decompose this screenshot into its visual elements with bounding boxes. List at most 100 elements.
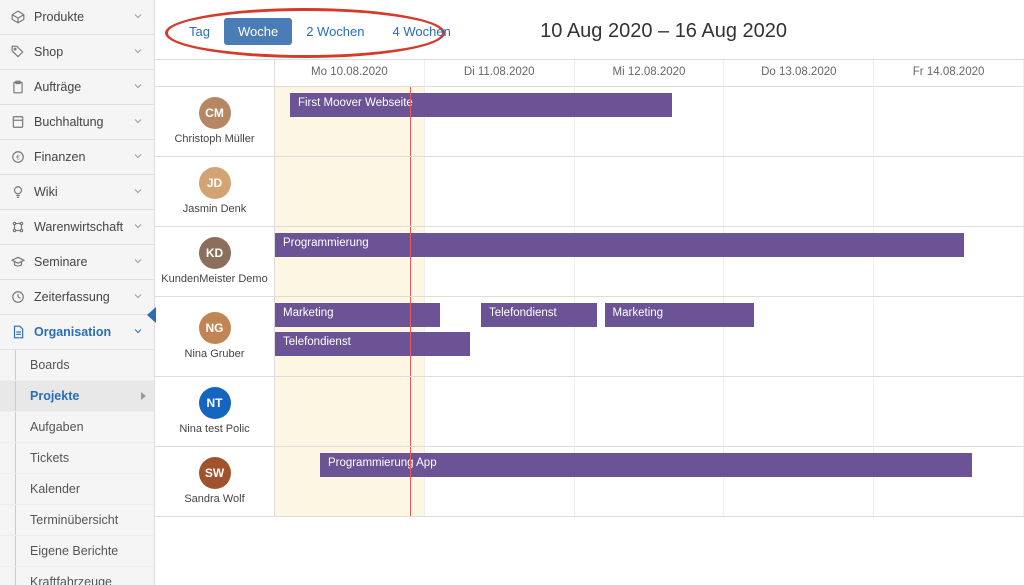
grid-header: Mo 10.08.2020Di 11.08.2020Mi 12.08.2020D…: [155, 59, 1024, 87]
sidebar-item-label: Wiki: [34, 185, 132, 199]
day-header: Fr 14.08.2020: [874, 60, 1024, 86]
sidebar-subitem-kalender[interactable]: Kalender: [0, 474, 154, 505]
svg-text:€: €: [16, 154, 20, 161]
chevron-down-icon: [132, 115, 144, 130]
grid-body: CM Christoph Müller First Moover Webseite J…: [155, 87, 1024, 517]
task-bar[interactable]: First Moover Webseite: [290, 93, 672, 117]
timeline-lane: Programmierung App: [275, 447, 1024, 516]
timeline-lane: Programmierung: [275, 227, 1024, 296]
sidebar-item-label: Warenwirtschaft: [34, 220, 132, 234]
view-tab-2-wochen[interactable]: 2 Wochen: [292, 18, 378, 45]
day-header: Mi 12.08.2020: [575, 60, 725, 86]
day-header: Di 11.08.2020: [425, 60, 575, 86]
sidebar-item-organisation[interactable]: Organisation: [0, 315, 154, 350]
person-name: Jasmin Denk: [183, 203, 247, 216]
sidebar-subitem-kraftfahrzeuge[interactable]: Kraftfahrzeuge: [0, 567, 154, 585]
sidebar-item-label: Finanzen: [34, 150, 132, 164]
timeline-row: SW Sandra Wolf Programmierung App: [155, 447, 1024, 517]
task-bar[interactable]: Marketing: [605, 303, 755, 327]
timeline-row: NGNina GruberMarketingTelefondienstMarke…: [155, 297, 1024, 377]
avatar: CM: [199, 97, 231, 129]
person-cell: KD KundenMeister Demo: [155, 227, 275, 296]
sidebar-item-label: Seminare: [34, 255, 132, 269]
sidebar-item-label: Organisation: [34, 325, 132, 339]
sidebar-item-warenwirtschaft[interactable]: Warenwirtschaft: [0, 210, 154, 245]
bulb-icon: [10, 184, 26, 200]
view-tab-4-wochen[interactable]: 4 Wochen: [379, 18, 465, 45]
person-cell: NG Nina Gruber: [155, 297, 275, 376]
sidebar-collapse-arrow[interactable]: [147, 307, 156, 323]
timeline-lane: Marketing Telefondienst Marketing Telefondi…: [275, 297, 1024, 376]
chevron-down-icon: [132, 10, 144, 25]
sidebar-item-label: Produkte: [34, 10, 132, 24]
toolbar: TagWoche2 Wochen4 Wochen 10 Aug 2020 – 1…: [155, 0, 1024, 59]
name-column-header: [155, 60, 275, 86]
sidebar-subitem-aufgaben[interactable]: Aufgaben: [0, 412, 154, 443]
now-indicator: [410, 297, 412, 376]
person-cell: SW Sandra Wolf: [155, 447, 275, 516]
chevron-down-icon: [132, 220, 144, 235]
sidebar-subitem-eigene berichte[interactable]: Eigene Berichte: [0, 536, 154, 567]
person-name: Sandra Wolf: [184, 493, 244, 506]
main-content: TagWoche2 Wochen4 Wochen 10 Aug 2020 – 1…: [155, 0, 1024, 585]
timeline-lane: First Moover Webseite: [275, 87, 1024, 156]
now-indicator: [410, 377, 412, 446]
sidebar-subitem-terminübersicht[interactable]: Terminübersicht: [0, 505, 154, 536]
sidebar-item-label: Zeiterfassung: [34, 290, 132, 304]
task-bar[interactable]: Telefondienst: [275, 332, 470, 356]
boxes-icon: [10, 219, 26, 235]
person-name: KundenMeister Demo: [161, 273, 267, 286]
task-bar[interactable]: Telefondienst: [481, 303, 597, 327]
avatar: NG: [199, 312, 231, 344]
sidebar-item-seminare[interactable]: Seminare: [0, 245, 154, 280]
sidebar-item-finanzen[interactable]: € Finanzen: [0, 140, 154, 175]
task-bar[interactable]: Marketing: [275, 303, 440, 327]
sidebar-item-wiki[interactable]: Wiki: [0, 175, 154, 210]
sidebar-subitem-projekte[interactable]: Projekte: [0, 381, 154, 412]
clock-icon: [10, 289, 26, 305]
task-bar[interactable]: Programmierung: [275, 233, 964, 257]
sidebar-item-aufträge[interactable]: Aufträge: [0, 70, 154, 105]
person-cell: CM Christoph Müller: [155, 87, 275, 156]
sidebar-item-produkte[interactable]: Produkte: [0, 0, 154, 35]
date-range-label: 10 Aug 2020 – 16 Aug 2020: [540, 20, 787, 43]
sidebar-item-shop[interactable]: Shop: [0, 35, 154, 70]
now-indicator: [410, 447, 412, 516]
person-name: Nina Gruber: [185, 348, 245, 361]
sidebar-subitem-boards[interactable]: Boards: [0, 350, 154, 381]
grad-icon: [10, 254, 26, 270]
calc-icon: [10, 114, 26, 130]
sidebar: Produkte Shop Aufträge Buchhaltung € Finanzen…: [0, 0, 155, 585]
chevron-down-icon: [132, 80, 144, 95]
person-name: Christoph Müller: [174, 133, 254, 146]
avatar: KD: [199, 237, 231, 269]
tag-icon: [10, 44, 26, 60]
chevron-down-icon: [132, 290, 144, 305]
clipboard-icon: [10, 79, 26, 95]
timeline-row: KD KundenMeister Demo Programmierung: [155, 227, 1024, 297]
view-tab-woche[interactable]: Woche: [224, 18, 292, 45]
task-bar[interactable]: Programmierung App: [320, 453, 972, 477]
euro-icon: €: [10, 149, 26, 165]
timeline-row: CM Christoph Müller First Moover Webseite: [155, 87, 1024, 157]
person-cell: JD Jasmin Denk: [155, 157, 275, 226]
sidebar-item-label: Buchhaltung: [34, 115, 132, 129]
sidebar-item-zeiterfassung[interactable]: Zeiterfassung: [0, 280, 154, 315]
sidebar-item-buchhaltung[interactable]: Buchhaltung: [0, 105, 154, 140]
timeline-row: JD Jasmin Denk: [155, 157, 1024, 227]
chevron-down-icon: [132, 325, 144, 340]
timeline-lane: [275, 157, 1024, 226]
sidebar-item-label: Shop: [34, 45, 132, 59]
chevron-down-icon: [132, 255, 144, 270]
chevron-down-icon: [132, 150, 144, 165]
sidebar-subitem-tickets[interactable]: Tickets: [0, 443, 154, 474]
view-tab-tag[interactable]: Tag: [175, 18, 224, 45]
package-icon: [10, 9, 26, 25]
day-header: Do 13.08.2020: [724, 60, 874, 86]
timeline-lane: [275, 377, 1024, 446]
now-indicator: [410, 87, 412, 156]
avatar: JD: [199, 167, 231, 199]
now-indicator: [410, 157, 412, 226]
avatar: SW: [199, 457, 231, 489]
timeline-row: NTNina test Polic: [155, 377, 1024, 447]
